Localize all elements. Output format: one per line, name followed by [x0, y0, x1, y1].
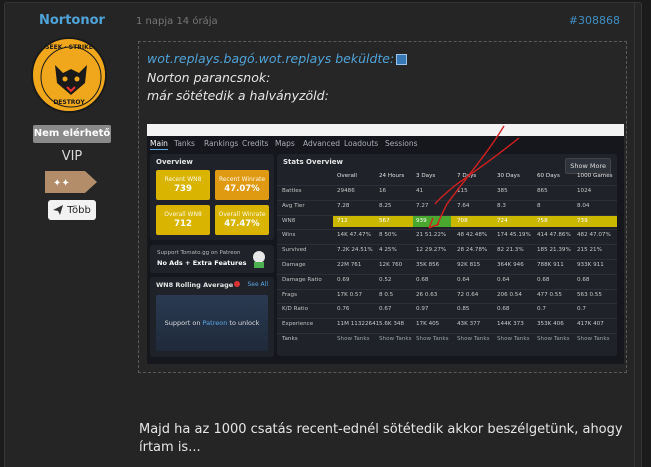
paper-plane-icon [53, 205, 64, 215]
rank-flag-icon: ✦✦ [45, 171, 97, 193]
quote-line-1: Norton parancsnok: [147, 70, 271, 85]
avatar[interactable]: SEEK · STRIKE DESTROY [31, 37, 107, 113]
user-rank: VIP [61, 149, 83, 164]
stats-screenshot: Main Tanks Rankings Credits Maps Advance… [147, 124, 624, 364]
red-arrow-annotation [428, 125, 520, 229]
post-body-text: Majd ha az 1000 csatás recent-ednél söté… [139, 422, 623, 455]
quote-block: wot.replays.bagó.wot.replays beküldte: N… [138, 41, 627, 373]
user-panel: Nortonor SEEK · STRIKE DESTROY Nem elérh… [5, 3, 139, 467]
post-id-link[interactable]: #308868 [569, 14, 620, 27]
quote-line-2: már sötétedik a halványzöld: [147, 88, 329, 103]
forum-post: Nortonor SEEK · STRIKE DESTROY Nem elérh… [4, 2, 642, 467]
more-button[interactable]: Több [48, 200, 96, 220]
quote-source-icon[interactable] [396, 54, 408, 65]
quote-author-line: wot.replays.bagó.wot.replays beküldte: [147, 51, 408, 66]
avatar-bottom-text: DESTROY [53, 99, 85, 106]
more-button-label: Több [67, 204, 91, 216]
status-badge: Nem elérhető [33, 125, 111, 143]
avatar-top-text: SEEK · STRIKE [45, 44, 93, 51]
username-link[interactable]: Nortonor [39, 13, 105, 28]
quote-author[interactable]: wot.replays.bagó.wot.replays beküldte: [147, 51, 394, 66]
post-border-line [634, 3, 635, 467]
svg-text:✦✦: ✦✦ [53, 178, 70, 189]
post-timestamp: 1 napja 14 órája [136, 16, 218, 27]
